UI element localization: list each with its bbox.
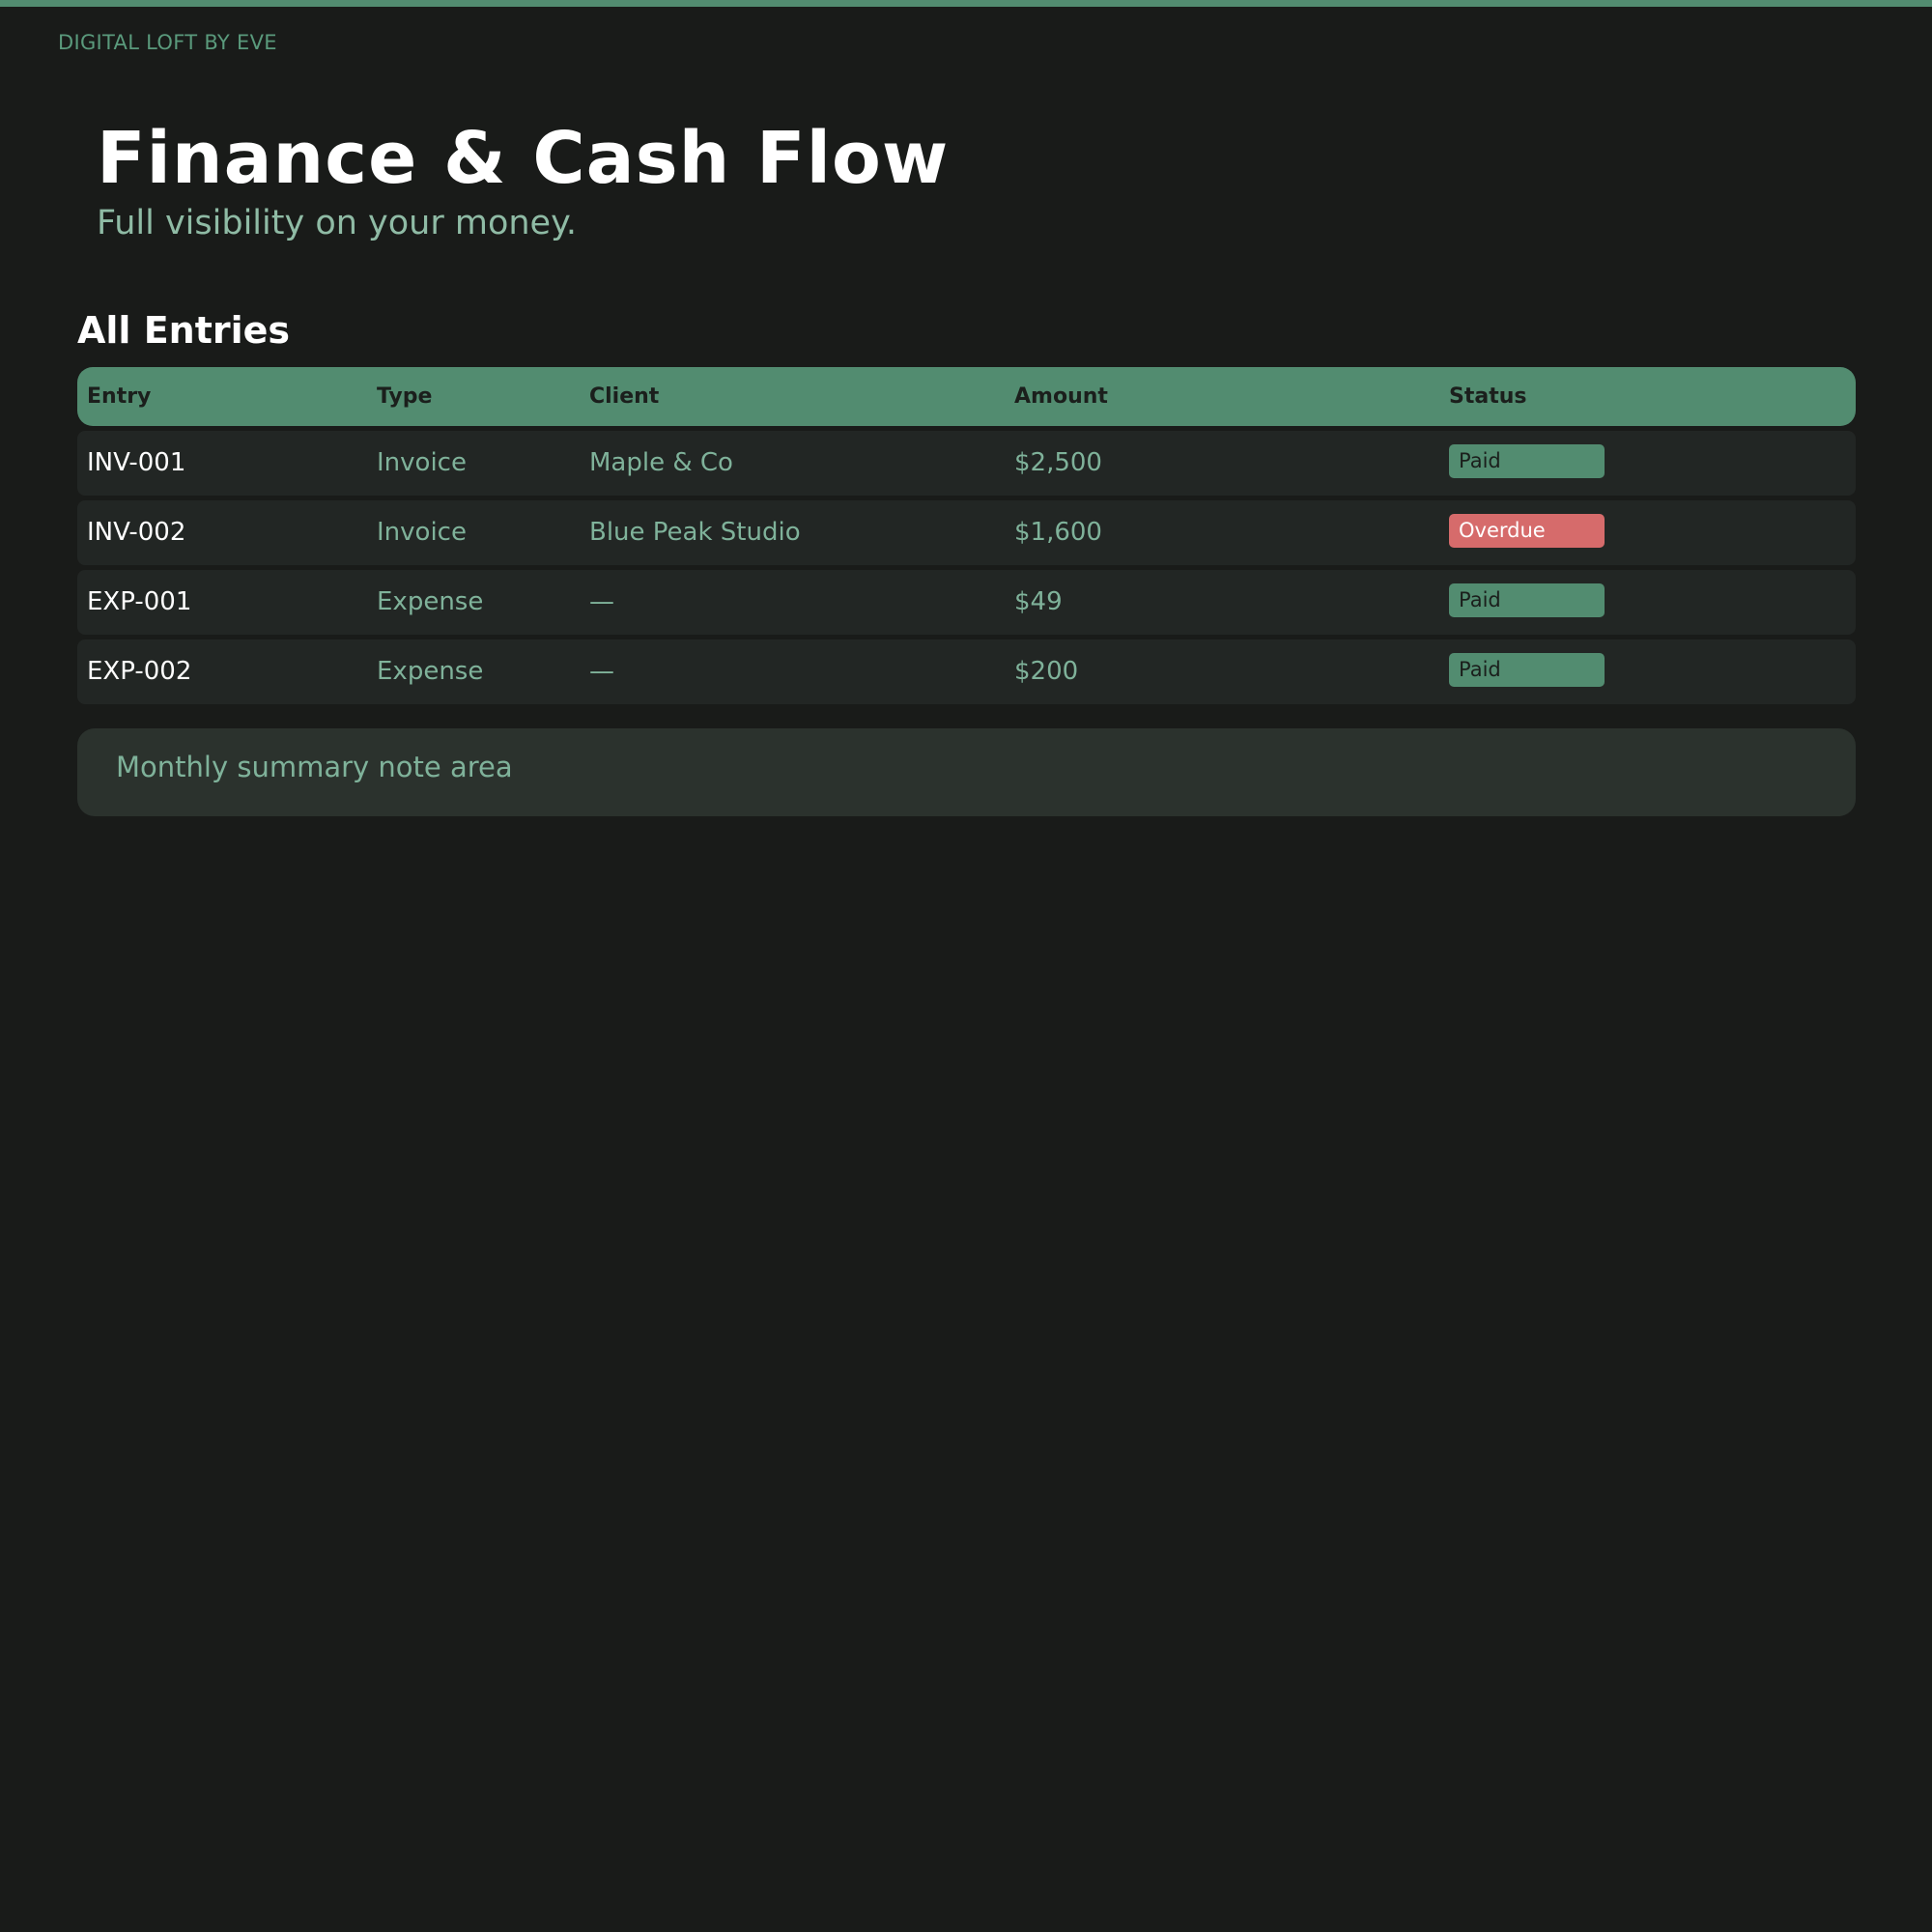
cell-entry: INV-001	[87, 448, 186, 477]
brand-label: DIGITAL LOFT BY EVE	[58, 31, 277, 54]
table-header: Entry Type Client Amount Status	[77, 367, 1856, 426]
status-badge: Overdue	[1449, 514, 1605, 548]
table-body: INV-001 Invoice Maple & Co $2,500 Paid I…	[77, 431, 1856, 704]
table-row[interactable]: INV-001 Invoice Maple & Co $2,500 Paid	[77, 431, 1856, 496]
cell-client: —	[589, 657, 614, 686]
cell-entry: INV-002	[87, 518, 186, 547]
column-header-client[interactable]: Client	[589, 367, 659, 426]
entries-table: Entry Type Client Amount Status INV-001 …	[77, 367, 1856, 704]
page-subtitle: Full visibility on your money.	[97, 204, 577, 242]
cell-type: Expense	[377, 657, 484, 686]
column-header-type[interactable]: Type	[377, 367, 432, 426]
cell-type: Expense	[377, 587, 484, 616]
cell-type: Invoice	[377, 518, 467, 547]
monthly-summary-note[interactable]: Monthly summary note area	[77, 728, 1856, 816]
column-header-entry[interactable]: Entry	[87, 367, 151, 426]
cell-client: Maple & Co	[589, 448, 733, 477]
table-row[interactable]: INV-002 Invoice Blue Peak Studio $1,600 …	[77, 500, 1856, 565]
section-heading: All Entries	[77, 309, 291, 352]
top-accent-bar	[0, 0, 1932, 7]
cell-amount: $1,600	[1014, 518, 1102, 547]
status-badge: Paid	[1449, 444, 1605, 478]
cell-entry: EXP-001	[87, 587, 192, 616]
cell-client: —	[589, 587, 614, 616]
column-header-status[interactable]: Status	[1449, 367, 1526, 426]
cell-type: Invoice	[377, 448, 467, 477]
table-row[interactable]: EXP-002 Expense — $200 Paid	[77, 639, 1856, 704]
cell-amount: $200	[1014, 657, 1079, 686]
cell-amount: $2,500	[1014, 448, 1102, 477]
status-badge: Paid	[1449, 583, 1605, 617]
cell-amount: $49	[1014, 587, 1063, 616]
table-row[interactable]: EXP-001 Expense — $49 Paid	[77, 570, 1856, 635]
status-badge: Paid	[1449, 653, 1605, 687]
cell-entry: EXP-002	[87, 657, 192, 686]
column-header-amount[interactable]: Amount	[1014, 367, 1108, 426]
page-title: Finance & Cash Flow	[97, 117, 950, 200]
cell-client: Blue Peak Studio	[589, 518, 801, 547]
